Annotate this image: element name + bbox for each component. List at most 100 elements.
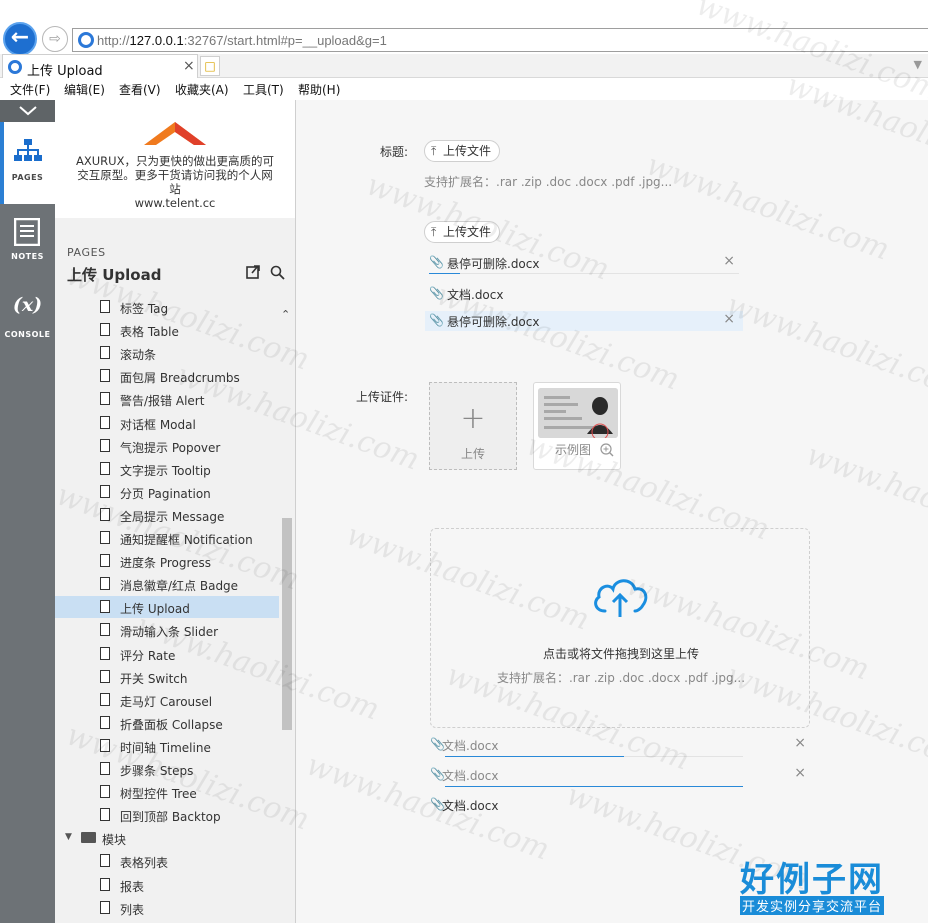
tree-item-label: 表格 Table <box>120 325 179 340</box>
caret-down-icon[interactable]: ▼ <box>65 832 72 842</box>
tree-page-item[interactable]: 文字提示 Tooltip <box>55 458 279 480</box>
page-icon <box>100 877 110 891</box>
file-item[interactable]: 📎 文档.docx × <box>426 765 814 785</box>
page-icon <box>100 900 110 914</box>
file-item[interactable]: 📎 文档.docx <box>426 795 814 815</box>
tree-page-item[interactable]: 评分 Rate <box>55 643 279 665</box>
tree-page-item[interactable]: 折叠面板 Collapse <box>55 712 279 734</box>
paperclip-icon: 📎 <box>429 286 444 300</box>
tree-page-item[interactable]: 进度条 Progress <box>55 550 279 572</box>
tree-item-label: 面包屑 Breadcrumbs <box>120 371 240 386</box>
menu-help[interactable]: 帮助(H) <box>298 81 340 98</box>
collapse-toggle[interactable] <box>0 100 55 122</box>
paperclip-icon: 📎 <box>429 313 444 327</box>
tree-page-item[interactable]: 气泡提示 Popover <box>55 435 279 457</box>
upload-button-1[interactable]: ⤒ 上传文件 <box>424 140 501 162</box>
back-arrow-icon[interactable]: ← <box>3 22 37 56</box>
scroll-up-icon[interactable]: ⌃ <box>281 308 293 321</box>
tree-page-item[interactable]: 分页 Pagination <box>55 481 279 503</box>
tree-page-item[interactable]: 上传 Upload <box>55 596 279 619</box>
tree-page-item[interactable]: 滚动条 <box>55 342 279 364</box>
tree-page-item[interactable]: 消息徽章/红点 Badge <box>55 573 279 595</box>
tree-page-item[interactable]: 全局提示 Message <box>55 504 279 526</box>
tree-page-item[interactable]: 树型控件 Tree <box>55 781 279 803</box>
remove-file-icon[interactable]: × <box>723 311 735 327</box>
tree-folder[interactable]: ▼ 模块 <box>55 827 279 849</box>
tree-page-item[interactable]: 回到顶部 Backtop <box>55 804 279 826</box>
site-watermark-logo: 好例子网 开发实例分享交流平台 <box>736 852 896 918</box>
file-item[interactable]: 📎 悬停可删除.docx × <box>425 253 743 273</box>
tree-page-item[interactable]: 表格列表 <box>55 850 279 872</box>
menu-file[interactable]: 文件(F) <box>10 81 50 98</box>
brand-text: AXURUX，只为更快的做出更高质的可交互原型。更多干货请访问我的个人网站 ww… <box>76 154 274 210</box>
page-icon <box>100 346 110 360</box>
tree-page-item[interactable]: 对话框 Modal <box>55 412 279 434</box>
tree-item-label: 消息徽章/红点 Badge <box>120 579 239 594</box>
tree-page-item[interactable]: 时间轴 Timeline <box>55 735 279 757</box>
tab-list-chevron-icon[interactable]: ▼ <box>914 58 922 71</box>
tree-page-item[interactable]: 开关 Switch <box>55 666 279 688</box>
remove-file-icon[interactable]: × <box>794 735 806 751</box>
menu-edit[interactable]: 编辑(E) <box>64 81 105 98</box>
forward-arrow-icon[interactable]: ⇨ <box>42 26 68 52</box>
drag-upload-area[interactable]: 点击或将文件拖拽到这里上传 支持扩展名：.rar .zip .doc .docx… <box>430 528 810 728</box>
address-url[interactable]: http://127.0.0.1:32767/start.html#p=__up… <box>97 33 387 48</box>
file-item[interactable]: 📎 文档.docx × <box>426 735 814 755</box>
tree-page-item[interactable]: 走马灯 Carousel <box>55 689 279 711</box>
tree-item-label: 报表 <box>120 879 145 894</box>
axurux-logo-icon <box>144 122 206 145</box>
rail-console-button[interactable]: (x) CONSOLE <box>0 286 55 368</box>
upload-progress-bar <box>445 756 624 757</box>
new-tab-icon[interactable]: □ <box>200 56 220 76</box>
remove-file-icon[interactable]: × <box>794 765 806 781</box>
file-item-hover[interactable]: 📎 悬停可删除.docx × <box>425 311 743 331</box>
upload-button-2[interactable]: ⤒ 上传文件 <box>424 221 501 243</box>
rail-pages-label: PAGES <box>11 173 44 182</box>
tree-page-item[interactable]: 警告/报错 Alert <box>55 388 279 410</box>
sample-image-card[interactable]: 示例图 <box>533 382 621 470</box>
search-pages-icon[interactable] <box>270 265 285 280</box>
upload-progress-track <box>429 273 739 274</box>
tree-item-label: 通知提醒框 Notification <box>120 533 253 547</box>
sitemap-icon <box>14 139 42 161</box>
tab-upload[interactable]: 上传 Upload × <box>2 54 198 79</box>
remove-file-icon[interactable]: × <box>723 253 735 269</box>
paperclip-icon: 📎 <box>430 767 445 781</box>
tree-scrollbar[interactable]: ⌃ <box>279 296 295 923</box>
tree-page-item[interactable]: 表格 Table <box>55 319 279 341</box>
tree-page-item[interactable]: 列表 <box>55 897 279 919</box>
file-name: 悬停可删除.docx <box>447 315 540 329</box>
rail-pages-button[interactable]: PAGES <box>0 122 55 204</box>
page-icon <box>100 323 110 337</box>
zoom-in-icon[interactable] <box>600 443 614 457</box>
ie-logo-icon <box>78 32 94 48</box>
tree-page-item[interactable]: 滑动输入条 Slider <box>55 619 279 641</box>
folder-icon <box>81 832 96 844</box>
rail-notes-button[interactable]: NOTES <box>0 206 55 288</box>
address-bar[interactable]: http://127.0.0.1:32767/start.html#p=__up… <box>72 28 928 52</box>
picture-upload-card[interactable]: + 上传 <box>429 382 517 470</box>
upload-icon: ⤒ <box>431 144 437 158</box>
menu-favorites[interactable]: 收藏夹(A) <box>175 81 229 98</box>
scroll-thumb[interactable] <box>282 518 292 730</box>
plus-icon: + <box>460 401 486 436</box>
tree-item-label: 表格列表 <box>120 856 169 871</box>
tree-item-label: 对话框 Modal <box>120 417 196 432</box>
tree-page-item[interactable]: 步骤条 Steps <box>55 758 279 780</box>
tree-page-item[interactable]: 面包屑 Breadcrumbs <box>55 365 279 387</box>
tree-item-label: 标签 Tag <box>120 302 169 316</box>
page-icon <box>100 438 110 452</box>
tree-item-label: 上传 Upload <box>120 602 190 617</box>
tree-item-label: 开关 Switch <box>120 671 188 686</box>
open-in-new-icon[interactable] <box>246 265 260 279</box>
close-tab-icon[interactable]: × <box>183 58 195 74</box>
pages-heading: PAGES <box>67 246 106 259</box>
paperclip-icon: 📎 <box>430 797 445 811</box>
tree-page-item[interactable]: 报表 <box>55 874 279 896</box>
tree-page-item[interactable]: 通知提醒框 Notification <box>55 527 279 549</box>
menu-tools[interactable]: 工具(T) <box>243 81 284 98</box>
file-item[interactable]: 📎 文档.docx <box>425 284 743 304</box>
menu-view[interactable]: 查看(V) <box>119 81 161 98</box>
tree-page-item[interactable]: 标签 Tag <box>55 296 279 318</box>
tree-item-label: 进度条 Progress <box>120 556 212 571</box>
